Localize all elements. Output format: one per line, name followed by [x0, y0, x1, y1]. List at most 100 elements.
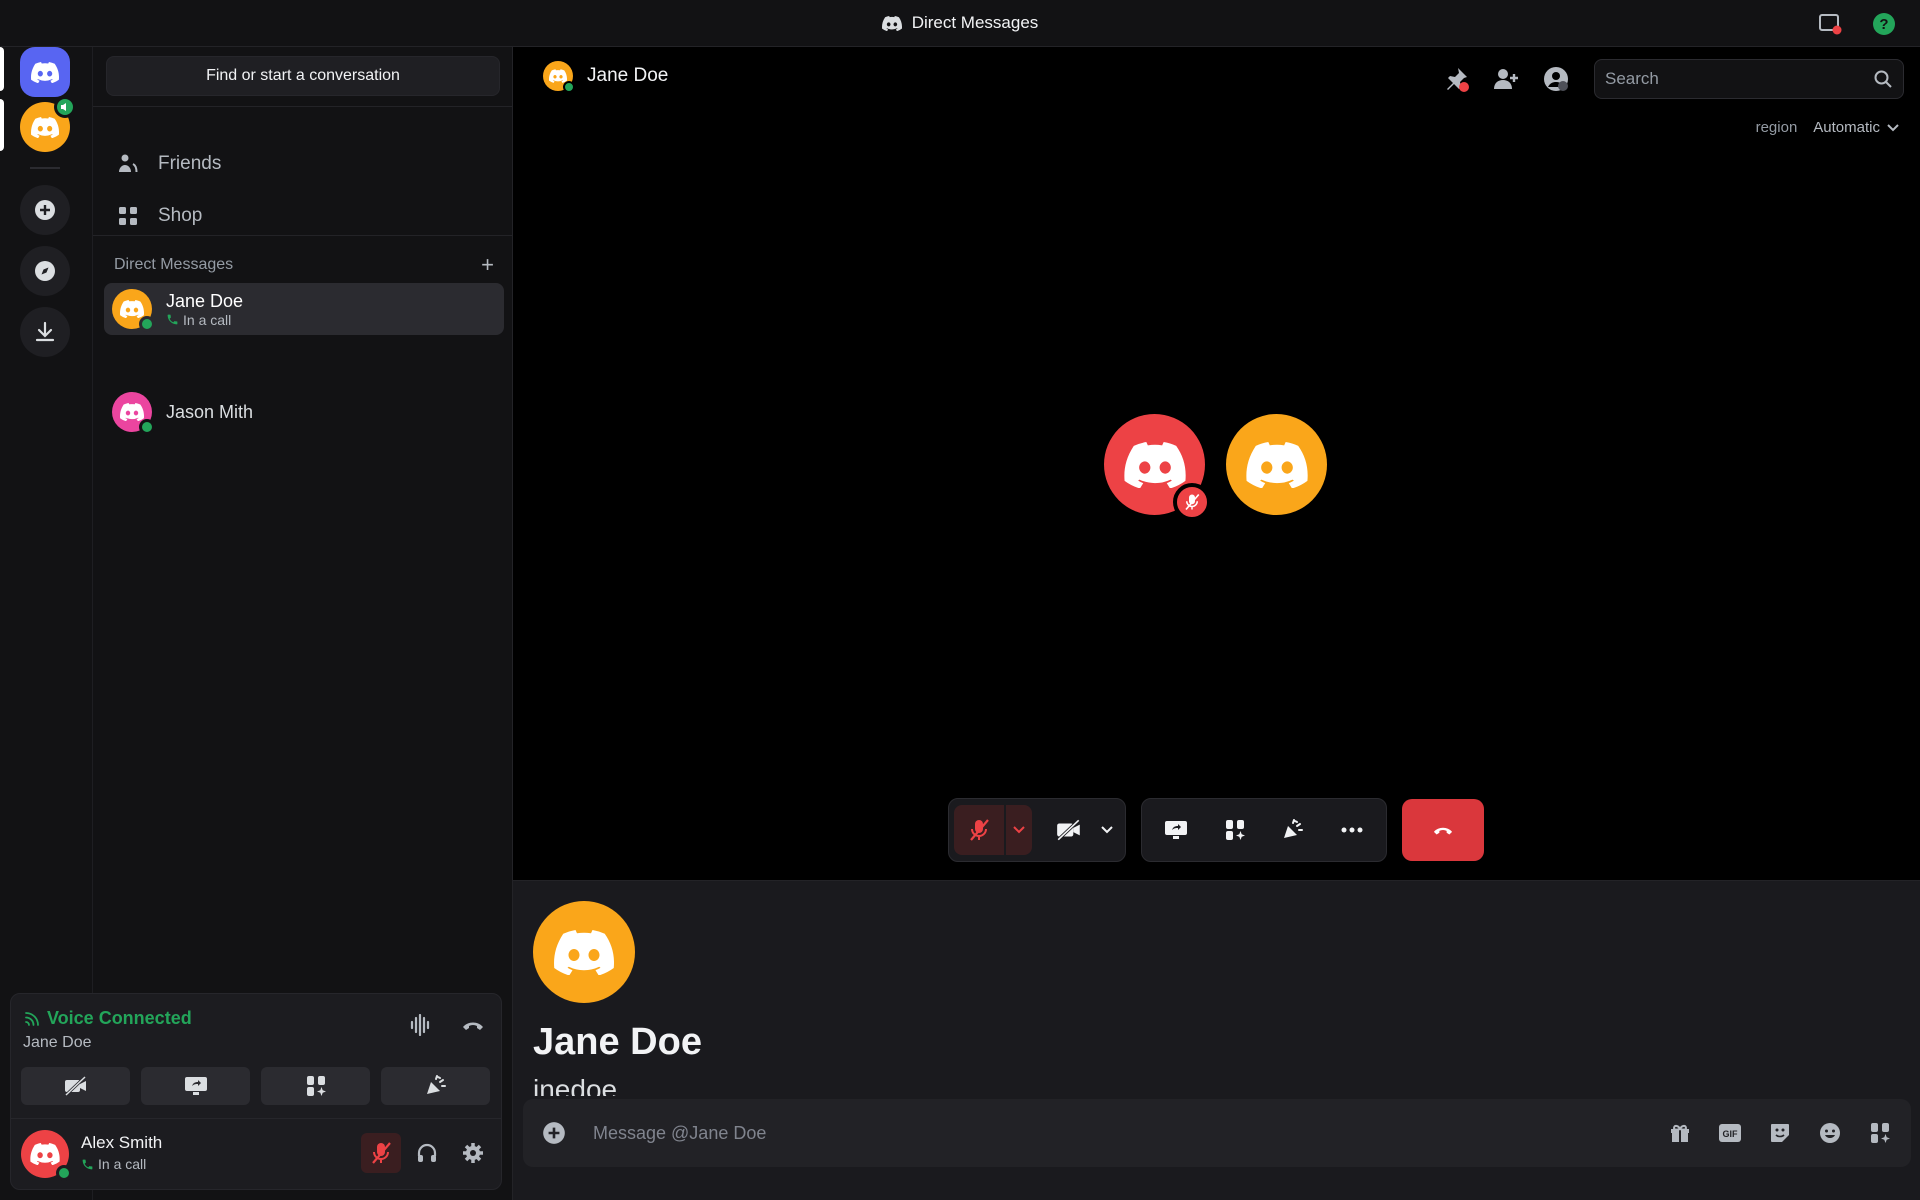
- soundboard-icon: [426, 1075, 446, 1094]
- camera-off-button[interactable]: [21, 1067, 130, 1105]
- online-status-icon: [563, 81, 575, 93]
- discord-logo-icon: [30, 1143, 60, 1165]
- noise-suppression-icon[interactable]: [409, 1013, 433, 1041]
- inbox-icon[interactable]: [1816, 10, 1844, 38]
- sidebar-divider: [93, 106, 513, 107]
- activities-icon: [1225, 820, 1245, 840]
- search-input[interactable]: Search: [1594, 59, 1904, 99]
- screen-share-icon: [1165, 821, 1188, 839]
- gear-icon: [463, 1143, 483, 1163]
- create-dm-button[interactable]: +: [481, 254, 494, 276]
- user-avatar[interactable]: [21, 1130, 72, 1181]
- emoji-button[interactable]: [1815, 1118, 1845, 1148]
- pinned-messages-icon[interactable]: [1442, 65, 1470, 98]
- share-screen-button[interactable]: [141, 1067, 250, 1105]
- compass-icon: [35, 261, 55, 281]
- home-indicator: [0, 47, 4, 91]
- download-apps-button[interactable]: [20, 307, 70, 357]
- participant-tile-self[interactable]: [1104, 414, 1211, 521]
- headphones-icon: [417, 1143, 437, 1162]
- share-screen-button[interactable]: [1151, 805, 1201, 855]
- online-status-icon: [139, 316, 155, 332]
- chevron-down-icon: [1013, 826, 1025, 834]
- discover-button[interactable]: [20, 246, 70, 296]
- sidebar-item-shop[interactable]: Shop: [106, 194, 500, 238]
- discord-logo-icon: [1246, 442, 1308, 488]
- deafen-toggle-button[interactable]: [407, 1133, 447, 1173]
- soundboard-button[interactable]: [381, 1067, 490, 1105]
- more-icon: [1341, 827, 1363, 833]
- user-name: Alex Smith: [81, 1133, 163, 1152]
- active-call-dm-button[interactable]: [20, 96, 76, 152]
- participant-tile-jane-doe[interactable]: [1226, 414, 1327, 515]
- window-title: Direct Messages: [882, 13, 1039, 33]
- mute-button[interactable]: [954, 805, 1004, 855]
- dm-item-jason-mith[interactable]: Jason Mith: [104, 386, 504, 438]
- user-panel: Alex Smith In a call: [11, 1118, 501, 1190]
- find-conversation-button[interactable]: Find or start a conversation: [106, 56, 500, 96]
- chevron-down-icon: [1887, 123, 1899, 131]
- disconnect-icon[interactable]: [461, 1014, 485, 1041]
- sidebar-item-label: Shop: [158, 205, 203, 226]
- home-button[interactable]: [20, 47, 70, 97]
- speaker-icon: [54, 96, 76, 118]
- add-server-button[interactable]: [20, 185, 70, 235]
- gift-button[interactable]: [1665, 1118, 1695, 1148]
- discord-logo-icon: [882, 16, 902, 31]
- search-icon: [1874, 70, 1892, 88]
- upload-button[interactable]: [539, 1118, 569, 1148]
- activities-button[interactable]: [1210, 805, 1260, 855]
- region-label: region: [1755, 119, 1798, 136]
- region-dropdown[interactable]: Automatic: [1813, 119, 1900, 136]
- rail-separator: [30, 167, 60, 169]
- more-options-button[interactable]: [1327, 805, 1377, 855]
- sticker-button[interactable]: [1765, 1118, 1795, 1148]
- svg-text:?: ?: [1879, 16, 1888, 33]
- activities-icon: [306, 1076, 326, 1096]
- dm-intro: Jane Doe jnedoe Message @Jane Doe GIF: [513, 880, 1920, 1200]
- call-header: Jane Doe: [543, 61, 669, 93]
- friends-icon: [119, 154, 138, 173]
- mic-muted-icon: [372, 1142, 391, 1164]
- user-profile-icon[interactable]: [1542, 65, 1570, 98]
- activity-controls: [1141, 798, 1387, 862]
- hang-up-icon: [1433, 827, 1453, 835]
- sidebar-item-friends[interactable]: Friends: [106, 142, 500, 186]
- chevron-down-icon: [1101, 826, 1113, 834]
- help-icon[interactable]: ?: [1870, 10, 1898, 38]
- message-input[interactable]: Message @Jane Doe: [593, 1123, 1665, 1144]
- shop-icon: [119, 207, 137, 225]
- dm-item-jane-doe[interactable]: Jane Doe In a call: [104, 283, 504, 335]
- activities-button[interactable]: [261, 1067, 370, 1105]
- sidebar-divider: [93, 235, 513, 236]
- gift-icon: [1671, 1124, 1689, 1142]
- voice-channel-name[interactable]: Jane Doe: [23, 1034, 92, 1052]
- profile-username: jnedoe: [533, 1074, 618, 1096]
- voice-connected-status: Voice Connected: [23, 1008, 192, 1029]
- video-options-button[interactable]: [1094, 805, 1120, 855]
- window-title-text: Direct Messages: [911, 13, 1039, 32]
- leave-call-button[interactable]: [1402, 799, 1484, 861]
- active-call-indicator: [0, 99, 4, 151]
- add-friends-to-dm-icon[interactable]: [1492, 65, 1520, 98]
- user-settings-button[interactable]: [453, 1133, 493, 1173]
- apps-button[interactable]: [1865, 1118, 1895, 1148]
- mute-toggle-button[interactable]: [361, 1133, 401, 1173]
- audio-options-button[interactable]: [1006, 805, 1032, 855]
- screen-share-icon: [184, 1077, 207, 1095]
- profile-avatar: [533, 901, 635, 1003]
- call-header-name: Jane Doe: [587, 65, 669, 86]
- gif-icon: GIF: [1719, 1124, 1741, 1142]
- camera-button[interactable]: [1044, 805, 1094, 855]
- soundboard-button[interactable]: [1268, 805, 1318, 855]
- dm-status: In a call: [166, 312, 243, 328]
- svg-text:GIF: GIF: [1723, 1129, 1739, 1139]
- dm-name: Jason Mith: [166, 401, 254, 422]
- signal-icon[interactable]: [23, 1010, 41, 1028]
- camera-off-icon: [64, 1076, 86, 1096]
- download-icon: [35, 321, 55, 342]
- profile-name: Jane Doe: [533, 1021, 702, 1063]
- gif-button[interactable]: GIF: [1715, 1118, 1745, 1148]
- soundboard-icon: [1284, 819, 1304, 838]
- call-header-avatar: [543, 61, 575, 93]
